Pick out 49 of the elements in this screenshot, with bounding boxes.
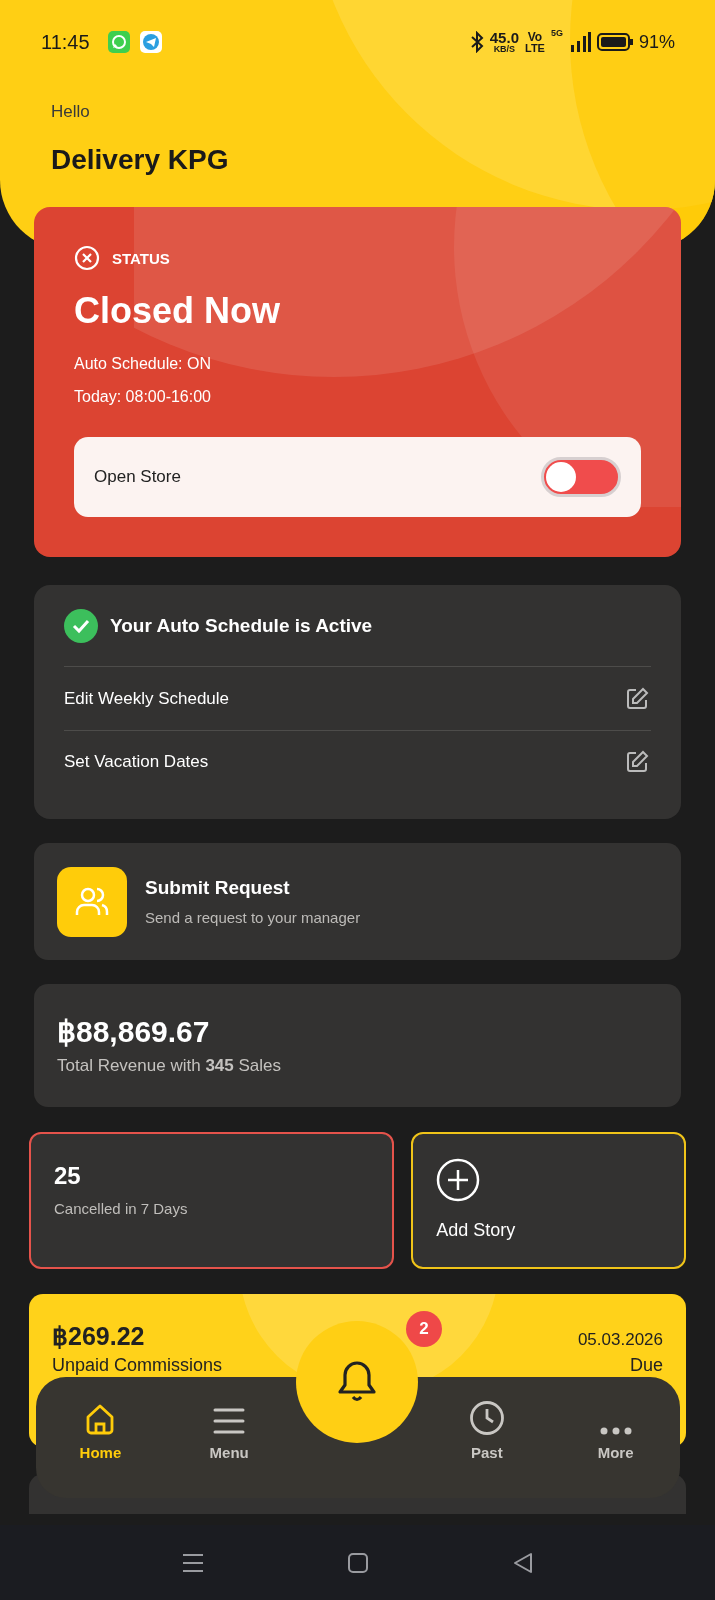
plus-circle-icon <box>436 1158 481 1202</box>
nav-tab[interactable]: More <box>551 1392 680 1462</box>
revenue-amount: ฿88,869.67 <box>57 1014 211 1050</box>
signal-icon <box>568 31 591 53</box>
nav-tab[interactable]: Past <box>422 1392 552 1462</box>
due-date: 05.03.2026 <box>577 1330 663 1350</box>
request-title: Submit Request <box>145 877 291 899</box>
add-story-button[interactable]: Add Story <box>411 1132 686 1269</box>
revenue-caption: Total Revenue with 345 Sales <box>57 1056 282 1076</box>
cancelled-label: Cancelled in 7 Days <box>54 1200 189 1217</box>
edit-icon <box>625 686 649 711</box>
battery-percent: 91% <box>638 31 675 53</box>
schedule-info: Auto Schedule: ON <box>74 354 212 374</box>
volte-label: Vo LTE <box>525 30 545 54</box>
chat-app-icon <box>107 31 130 53</box>
battery-icon <box>596 32 633 52</box>
status-title: Closed Now <box>74 289 281 333</box>
menu-icon <box>213 1406 246 1436</box>
people-icon <box>57 866 127 937</box>
schedule-info: Today: 08:00-16:00 <box>74 387 212 407</box>
store-name: Delivery KPG <box>51 143 230 177</box>
nav-tab[interactable]: Menu <box>164 1392 294 1462</box>
edit-icon <box>625 750 649 774</box>
network-speed: 45.0 KB/S <box>489 30 519 54</box>
greeting-text: Hello <box>51 101 91 123</box>
request-card[interactable]: Submit Request Send a request to your manager <box>34 843 681 960</box>
square-icon <box>346 1551 369 1574</box>
status-label: STATUS <box>112 249 170 267</box>
commission-label: Unpaid Commissions <box>52 1355 223 1375</box>
paper-plane-icon <box>139 31 162 53</box>
network-type: 5G <box>550 28 563 38</box>
clock-icon <box>468 1400 505 1436</box>
close-circle-icon <box>74 245 100 271</box>
cancelled-count: 25 <box>54 1162 82 1190</box>
schedule-option[interactable]: Edit Weekly Schedule <box>64 667 651 730</box>
due-label: Due <box>629 1355 663 1375</box>
toggle-label: Open Store <box>94 467 181 487</box>
menu-icon <box>181 1552 204 1573</box>
bluetooth-icon <box>469 31 484 53</box>
more-icon <box>599 1426 632 1436</box>
back-icon <box>512 1551 533 1574</box>
nav-tab[interactable]: Home <box>36 1392 165 1462</box>
schedule-option[interactable]: Set Vacation Dates <box>64 730 651 793</box>
schedule-title: Your Auto Schedule is Active <box>110 614 373 637</box>
clock-time: 11:45 <box>41 30 90 54</box>
check-circle-icon <box>64 608 98 643</box>
commission-amount: ฿269.22 <box>52 1322 145 1351</box>
request-subtitle: Send a request to your manager <box>145 909 361 926</box>
open-store-switch[interactable] <box>541 457 621 497</box>
